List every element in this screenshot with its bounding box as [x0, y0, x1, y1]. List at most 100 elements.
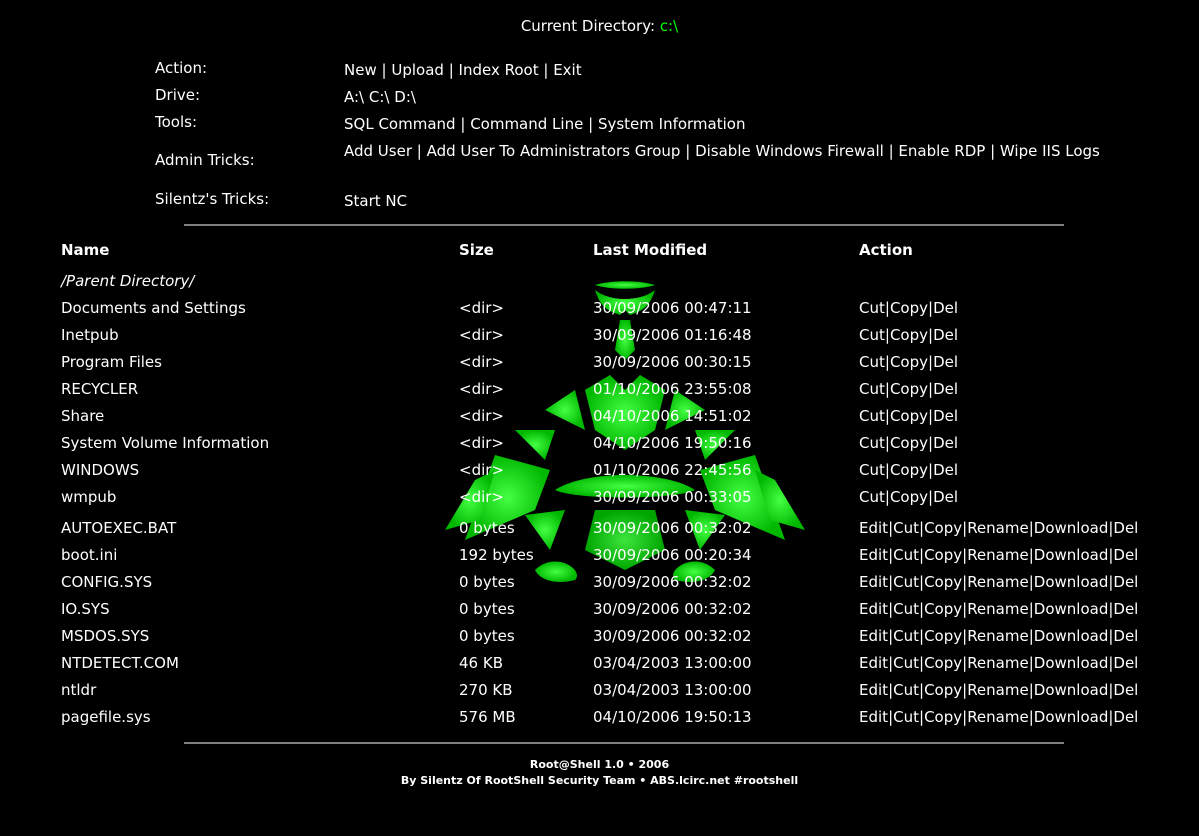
cut-action-link[interactable]: Cut: [893, 681, 919, 699]
cut-action-link[interactable]: Cut: [859, 407, 885, 425]
cut-action-link[interactable]: Cut: [859, 299, 885, 317]
del-action-link[interactable]: Del: [1113, 573, 1138, 591]
del-action-link[interactable]: Del: [933, 353, 958, 371]
copy-action-link[interactable]: Copy: [924, 519, 962, 537]
cut-action-link[interactable]: Cut: [893, 519, 919, 537]
copy-action-link[interactable]: Copy: [924, 681, 962, 699]
del-action-link[interactable]: Del: [1113, 627, 1138, 645]
del-action-link[interactable]: Del: [1113, 654, 1138, 672]
cut-action-link[interactable]: Cut: [893, 546, 919, 564]
directory-name-link[interactable]: Documents and Settings: [61, 299, 246, 317]
directory-name-link[interactable]: Share: [61, 407, 104, 425]
del-action-link[interactable]: Del: [933, 461, 958, 479]
start-nc-link[interactable]: Start NC: [344, 192, 407, 210]
exit-link[interactable]: Exit: [553, 61, 581, 79]
edit-action-link[interactable]: Edit: [859, 654, 888, 672]
directory-name-link[interactable]: RECYCLER: [61, 380, 138, 398]
directory-name-link[interactable]: System Volume Information: [61, 434, 269, 452]
copy-action-link[interactable]: Copy: [890, 353, 928, 371]
command-line-link[interactable]: Command Line: [470, 115, 583, 133]
download-action-link[interactable]: Download: [1034, 681, 1109, 699]
file-name-link[interactable]: ntldr: [61, 681, 96, 699]
cut-action-link[interactable]: Cut: [859, 380, 885, 398]
del-action-link[interactable]: Del: [1113, 519, 1138, 537]
parent-directory-link[interactable]: /Parent Directory/: [61, 272, 194, 290]
drive-d-link[interactable]: D:\: [394, 88, 416, 106]
disable-firewall-link[interactable]: Disable Windows Firewall: [695, 142, 884, 160]
download-action-link[interactable]: Download: [1034, 519, 1109, 537]
download-action-link[interactable]: Download: [1034, 654, 1109, 672]
edit-action-link[interactable]: Edit: [859, 681, 888, 699]
edit-action-link[interactable]: Edit: [859, 708, 888, 726]
del-action-link[interactable]: Del: [1113, 708, 1138, 726]
copy-action-link[interactable]: Copy: [924, 708, 962, 726]
download-action-link[interactable]: Download: [1034, 627, 1109, 645]
edit-action-link[interactable]: Edit: [859, 519, 888, 537]
file-name-link[interactable]: AUTOEXEC.BAT: [61, 519, 176, 537]
cut-action-link[interactable]: Cut: [893, 573, 919, 591]
edit-action-link[interactable]: Edit: [859, 627, 888, 645]
directory-name-link[interactable]: Program Files: [61, 353, 162, 371]
file-name-link[interactable]: boot.ini: [61, 546, 117, 564]
del-action-link[interactable]: Del: [933, 434, 958, 452]
copy-action-link[interactable]: Copy: [890, 488, 928, 506]
directory-name-link[interactable]: WINDOWS: [61, 461, 139, 479]
download-action-link[interactable]: Download: [1034, 600, 1109, 618]
edit-action-link[interactable]: Edit: [859, 573, 888, 591]
cut-action-link[interactable]: Cut: [859, 488, 885, 506]
del-action-link[interactable]: Del: [933, 488, 958, 506]
index-root-link[interactable]: Index Root: [459, 61, 539, 79]
rename-action-link[interactable]: Rename: [967, 519, 1029, 537]
add-user-link[interactable]: Add User: [344, 142, 412, 160]
add-user-to-admins-link[interactable]: Add User To Administrators Group: [427, 142, 681, 160]
copy-action-link[interactable]: Copy: [890, 461, 928, 479]
directory-name-link[interactable]: wmpub: [61, 488, 116, 506]
copy-action-link[interactable]: Copy: [890, 380, 928, 398]
del-action-link[interactable]: Del: [933, 326, 958, 344]
drive-a-link[interactable]: A:\: [344, 88, 364, 106]
sql-command-link[interactable]: SQL Command: [344, 115, 456, 133]
file-name-link[interactable]: NTDETECT.COM: [61, 654, 179, 672]
rename-action-link[interactable]: Rename: [967, 654, 1029, 672]
edit-action-link[interactable]: Edit: [859, 600, 888, 618]
download-action-link[interactable]: Download: [1034, 546, 1109, 564]
copy-action-link[interactable]: Copy: [890, 326, 928, 344]
system-information-link[interactable]: System Information: [598, 115, 746, 133]
cut-action-link[interactable]: Cut: [859, 461, 885, 479]
cut-action-link[interactable]: Cut: [859, 434, 885, 452]
copy-action-link[interactable]: Copy: [890, 407, 928, 425]
copy-action-link[interactable]: Copy: [924, 627, 962, 645]
rename-action-link[interactable]: Rename: [967, 627, 1029, 645]
enable-rdp-link[interactable]: Enable RDP: [898, 142, 985, 160]
copy-action-link[interactable]: Copy: [924, 573, 962, 591]
directory-name-link[interactable]: Inetpub: [61, 326, 119, 344]
cut-action-link[interactable]: Cut: [859, 353, 885, 371]
del-action-link[interactable]: Del: [1113, 600, 1138, 618]
rename-action-link[interactable]: Rename: [967, 546, 1029, 564]
del-action-link[interactable]: Del: [1113, 546, 1138, 564]
cut-action-link[interactable]: Cut: [893, 627, 919, 645]
drive-c-link[interactable]: C:\: [369, 88, 390, 106]
download-action-link[interactable]: Download: [1034, 573, 1109, 591]
copy-action-link[interactable]: Copy: [890, 299, 928, 317]
file-name-link[interactable]: MSDOS.SYS: [61, 627, 149, 645]
rename-action-link[interactable]: Rename: [967, 600, 1029, 618]
copy-action-link[interactable]: Copy: [924, 600, 962, 618]
copy-action-link[interactable]: Copy: [924, 546, 962, 564]
edit-action-link[interactable]: Edit: [859, 546, 888, 564]
cut-action-link[interactable]: Cut: [893, 600, 919, 618]
cut-action-link[interactable]: Cut: [859, 326, 885, 344]
file-name-link[interactable]: CONFIG.SYS: [61, 573, 152, 591]
rename-action-link[interactable]: Rename: [967, 708, 1029, 726]
copy-action-link[interactable]: Copy: [890, 434, 928, 452]
new-link[interactable]: New: [344, 61, 377, 79]
file-name-link[interactable]: IO.SYS: [61, 600, 110, 618]
rename-action-link[interactable]: Rename: [967, 573, 1029, 591]
cut-action-link[interactable]: Cut: [893, 708, 919, 726]
rename-action-link[interactable]: Rename: [967, 681, 1029, 699]
del-action-link[interactable]: Del: [933, 407, 958, 425]
copy-action-link[interactable]: Copy: [924, 654, 962, 672]
del-action-link[interactable]: Del: [1113, 681, 1138, 699]
cut-action-link[interactable]: Cut: [893, 654, 919, 672]
upload-link[interactable]: Upload: [391, 61, 444, 79]
